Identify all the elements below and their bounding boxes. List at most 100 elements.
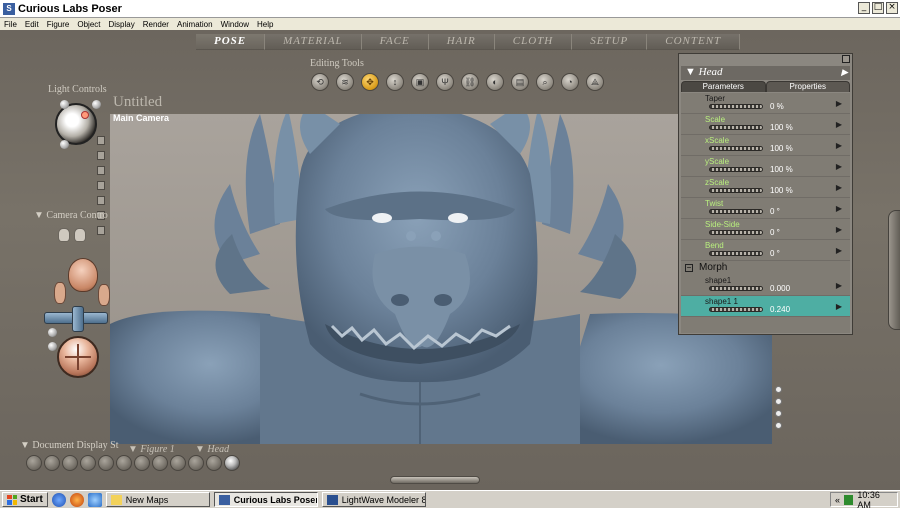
parameter-row[interactable]: Scale 100 % ▶ xyxy=(681,114,850,135)
parameter-dial[interactable] xyxy=(709,307,763,312)
network-icon[interactable] xyxy=(844,494,854,505)
light-control-ball[interactable] xyxy=(55,103,97,145)
parameter-value[interactable]: 0.000 xyxy=(770,284,790,293)
collapse-toggle-icon[interactable]: − xyxy=(685,264,693,272)
clock[interactable]: 10:36 AM xyxy=(857,490,893,508)
light-square-button[interactable] xyxy=(97,181,105,190)
left-hand-camera-icon[interactable] xyxy=(58,228,70,242)
parameter-row[interactable]: Bend 0 ° ▶ xyxy=(681,240,850,261)
minimize-button[interactable]: _ xyxy=(858,2,870,14)
parameter-menu-arrow-icon[interactable]: ▶ xyxy=(836,281,842,290)
restore-button[interactable]: □ xyxy=(872,2,884,14)
light-square-button[interactable] xyxy=(97,151,105,160)
parameter-dial[interactable] xyxy=(709,125,763,130)
header-menu-arrow-icon[interactable]: ▶ xyxy=(841,66,848,79)
parameter-row[interactable]: Side-Side 0 ° ▶ xyxy=(681,219,850,240)
parameter-value[interactable]: 100 % xyxy=(770,186,793,195)
parameter-menu-arrow-icon[interactable]: ▶ xyxy=(836,302,842,311)
parameter-menu-arrow-icon[interactable]: ▶ xyxy=(836,162,842,171)
right-hand-icon[interactable] xyxy=(98,284,110,306)
view-magnifier-icon[interactable]: ⌕ xyxy=(536,73,554,91)
parameter-value[interactable]: 100 % xyxy=(770,165,793,174)
parameter-value[interactable]: 0.240 xyxy=(770,305,790,314)
camera-dot-icon[interactable] xyxy=(48,328,57,337)
light-dot-icon[interactable] xyxy=(60,100,69,109)
display-style-button[interactable] xyxy=(62,455,78,471)
tab-content[interactable]: CONTENT xyxy=(647,34,741,50)
menu-display[interactable]: Display xyxy=(109,20,135,29)
tab-properties[interactable]: Properties xyxy=(765,81,850,92)
parameter-dial[interactable] xyxy=(709,188,763,193)
animation-bar-handle[interactable] xyxy=(390,476,480,484)
parameter-value[interactable]: 0 ° xyxy=(770,228,780,237)
tab-material[interactable]: MATERIAL xyxy=(265,34,362,50)
menu-file[interactable]: File xyxy=(4,20,17,29)
display-style-button[interactable] xyxy=(170,455,186,471)
parameter-menu-arrow-icon[interactable]: ▶ xyxy=(836,246,842,255)
light-square-button[interactable] xyxy=(97,166,105,175)
grouping-icon[interactable]: ▤ xyxy=(511,73,529,91)
camera-name-label[interactable]: Main Camera xyxy=(113,113,169,123)
menu-animation[interactable]: Animation xyxy=(177,20,213,29)
side-panel-handle[interactable] xyxy=(888,210,900,330)
tab-setup[interactable]: SETUP xyxy=(572,34,648,50)
display-style-button[interactable] xyxy=(152,455,168,471)
taskbar-item[interactable]: LightWave Modeler 8.5 (... xyxy=(321,492,426,507)
display-style-button[interactable] xyxy=(134,455,150,471)
parameter-value[interactable]: 100 % xyxy=(770,123,793,132)
menu-figure[interactable]: Figure xyxy=(47,20,70,29)
light-square-button[interactable] xyxy=(97,226,105,235)
tab-hair[interactable]: HAIR xyxy=(428,34,495,50)
light-square-button[interactable] xyxy=(97,196,105,205)
document-display-style-label[interactable]: ▼ Document Display St xyxy=(20,440,119,451)
translate-icon[interactable]: ✥ xyxy=(361,73,379,91)
parameter-dial[interactable] xyxy=(709,146,763,151)
parameter-dial[interactable] xyxy=(709,167,763,172)
rotate-icon[interactable]: ⟲ xyxy=(311,73,329,91)
taskbar-item[interactable]: Curious Labs Poser xyxy=(213,492,318,507)
color-icon[interactable]: ◐ xyxy=(486,73,504,91)
translate-in-out-icon[interactable]: ↕ xyxy=(386,73,404,91)
parameter-menu-arrow-icon[interactable]: ▶ xyxy=(836,204,842,213)
parameter-row[interactable]: yScale 100 % ▶ xyxy=(681,156,850,177)
tab-pose[interactable]: POSE xyxy=(196,34,266,50)
3d-viewport[interactable] xyxy=(110,114,772,444)
tray-expand-icon[interactable]: « xyxy=(835,495,840,505)
parameter-dial[interactable] xyxy=(709,209,763,214)
display-style-button[interactable] xyxy=(44,455,60,471)
camera-trackball[interactable] xyxy=(57,336,99,378)
parameter-dial[interactable] xyxy=(709,230,763,235)
viewport-dot-button[interactable] xyxy=(775,410,782,417)
chain-break-icon[interactable]: ⛓ xyxy=(461,73,479,91)
right-hand-camera-icon[interactable] xyxy=(74,228,86,242)
start-button[interactable]: Start xyxy=(2,492,48,507)
parameter-menu-arrow-icon[interactable]: ▶ xyxy=(836,120,842,129)
menu-render[interactable]: Render xyxy=(143,20,169,29)
tab-cloth[interactable]: CLOTH xyxy=(494,34,573,50)
parameter-row[interactable]: Taper 0 % ▶ xyxy=(681,93,850,114)
display-style-button[interactable] xyxy=(98,455,114,471)
move-y-control[interactable] xyxy=(72,306,84,332)
morph-group-header[interactable]: − Morph xyxy=(681,261,850,275)
display-style-button[interactable] xyxy=(80,455,96,471)
parameter-menu-arrow-icon[interactable]: ▶ xyxy=(836,225,842,234)
parameter-row[interactable]: shape1 1 0.240 ▶ xyxy=(681,296,850,317)
menu-help[interactable]: Help xyxy=(257,20,273,29)
light-dot-icon[interactable] xyxy=(92,100,101,109)
outlook-quicklaunch-icon[interactable] xyxy=(87,492,102,507)
parameter-menu-arrow-icon[interactable]: ▶ xyxy=(836,141,842,150)
parameter-value[interactable]: 0 ° xyxy=(770,249,780,258)
parameter-row[interactable]: shape1 0.000 ▶ xyxy=(681,275,850,296)
ie-quicklaunch-icon[interactable] xyxy=(51,492,66,507)
twist-icon[interactable]: ≋ xyxy=(336,73,354,91)
parameter-row[interactable]: xScale 100 % ▶ xyxy=(681,135,850,156)
menu-window[interactable]: Window xyxy=(221,20,249,29)
parameter-dial[interactable] xyxy=(709,104,763,109)
close-button[interactable]: × xyxy=(886,2,898,14)
firefox-quicklaunch-icon[interactable] xyxy=(69,492,84,507)
camera-dot-icon[interactable] xyxy=(48,342,57,351)
viewport-dot-button[interactable] xyxy=(775,386,782,393)
parameter-dial[interactable] xyxy=(709,286,763,291)
left-hand-icon[interactable] xyxy=(54,282,66,304)
display-style-button[interactable] xyxy=(206,455,222,471)
